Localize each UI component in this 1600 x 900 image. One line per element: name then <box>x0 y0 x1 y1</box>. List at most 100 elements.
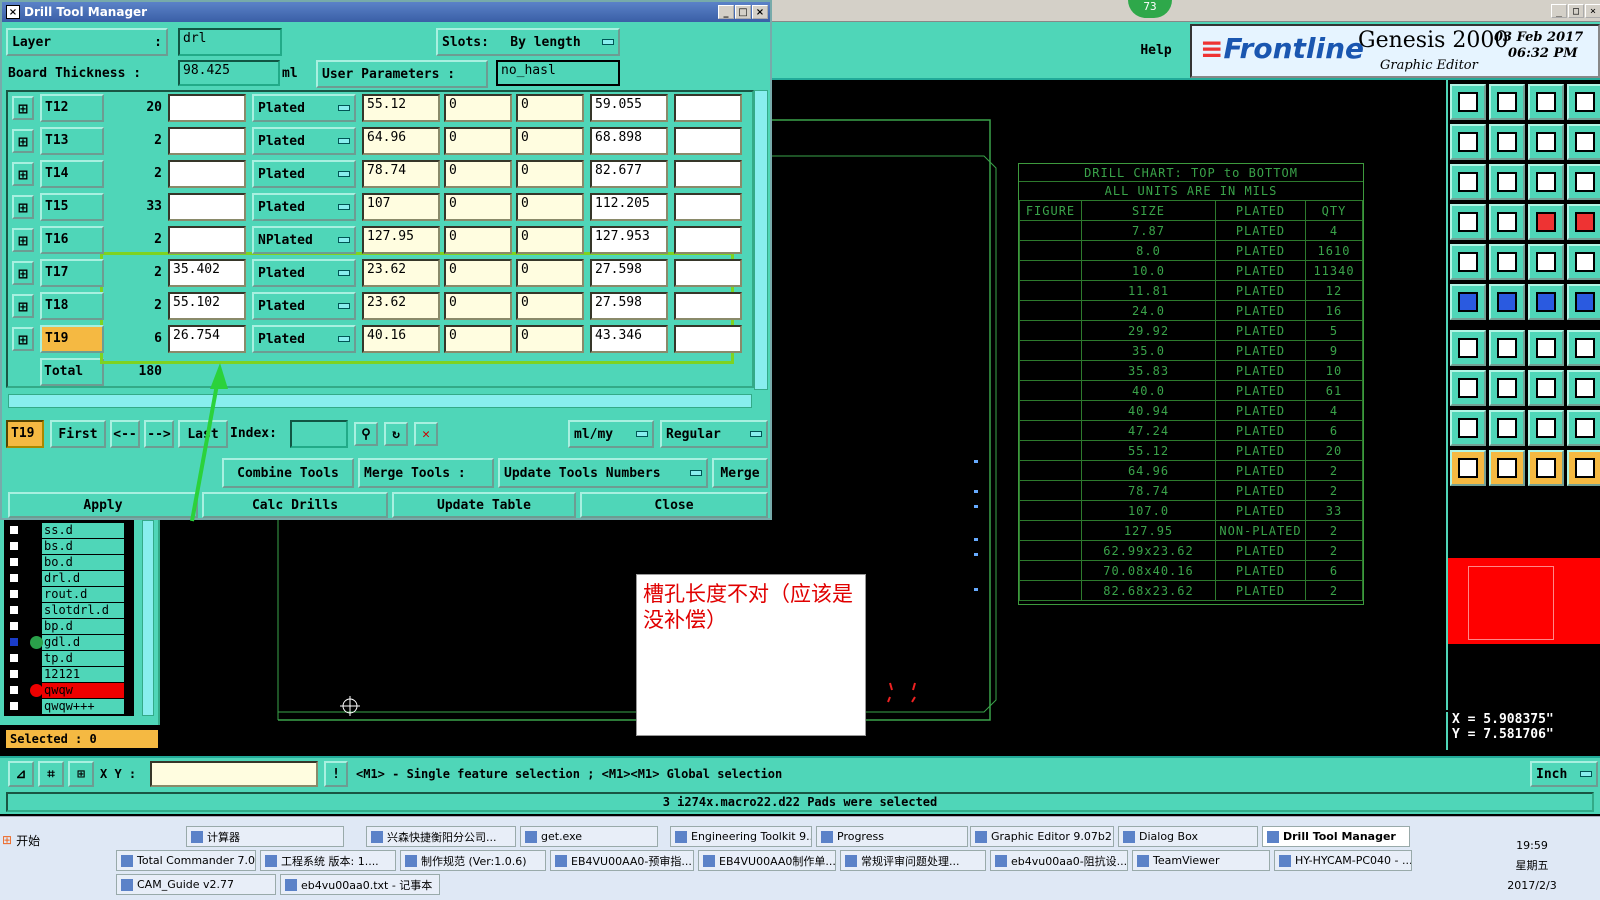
user-parameters-input[interactable]: no_hasl <box>496 60 620 86</box>
layer-item[interactable]: 12121 <box>8 666 124 682</box>
board-thickness-input[interactable]: 98.425 <box>178 60 280 86</box>
tool-type-dropdown[interactable]: Plated <box>252 127 356 155</box>
align-icon[interactable] <box>1567 124 1600 160</box>
layer-item[interactable]: gdl.d <box>8 634 124 650</box>
letter-a-icon[interactable] <box>1489 410 1525 446</box>
search-index-icon[interactable]: ⚲ <box>354 422 378 446</box>
tool-type-dropdown[interactable]: Plated <box>252 325 356 353</box>
extra-input[interactable] <box>674 160 742 188</box>
preview-viewport[interactable] <box>1468 566 1554 640</box>
rotate-icon[interactable] <box>1528 330 1564 366</box>
size-input[interactable]: 55.12 <box>362 94 440 122</box>
snap-icon[interactable] <box>1450 370 1486 406</box>
grid-icon[interactable]: ⊞ <box>68 761 94 787</box>
tol-plus-input[interactable]: 0 <box>444 193 512 221</box>
alert-icon[interactable]: ! <box>324 761 348 787</box>
tol-plus-input[interactable]: 0 <box>444 127 512 155</box>
tol-plus-input[interactable]: 0 <box>444 292 512 320</box>
tol-plus-input[interactable]: 0 <box>444 226 512 254</box>
merge-button[interactable]: Merge <box>712 458 768 488</box>
taskbar-item[interactable]: CAM_Guide v2.77 <box>116 874 276 895</box>
layer-item[interactable]: slotdrl.d <box>8 602 124 618</box>
xy-input[interactable] <box>150 761 318 787</box>
units-dropdown[interactable]: Inch <box>1530 761 1598 787</box>
drill-size-input[interactable]: 43.346 <box>590 325 668 353</box>
window-icon[interactable] <box>1567 84 1600 120</box>
taskbar-item[interactable]: Drill Tool Manager <box>1262 826 1410 847</box>
prev-button[interactable]: <-- <box>110 420 140 448</box>
layer-checkbox[interactable] <box>8 604 20 616</box>
node-edit-icon[interactable] <box>1567 450 1600 486</box>
expand-icon[interactable]: ⊞ <box>12 162 34 186</box>
tool-name[interactable]: T19 <box>40 325 104 353</box>
layer-item[interactable]: tp.d <box>8 650 124 666</box>
extra-input[interactable] <box>674 193 742 221</box>
drill-size-input[interactable]: 82.677 <box>590 160 668 188</box>
expand-icon[interactable]: ⊞ <box>12 228 34 252</box>
tee-icon[interactable] <box>1567 330 1600 366</box>
update-table-button[interactable]: Update Table <box>392 492 576 518</box>
size-input[interactable]: 107 <box>362 193 440 221</box>
tool-name[interactable]: T17 <box>40 259 104 287</box>
extra-input[interactable] <box>674 292 742 320</box>
tol-minus-input[interactable]: 0 <box>516 226 584 254</box>
tol-minus-input[interactable]: 0 <box>516 259 584 287</box>
taskbar-item[interactable]: Total Commander 7.0... <box>116 850 256 871</box>
finish-size-input[interactable] <box>168 160 246 188</box>
layer-checkbox[interactable] <box>8 668 20 680</box>
layer-checkbox[interactable] <box>8 588 20 600</box>
tool-type-dropdown[interactable]: Plated <box>252 292 356 320</box>
taskbar-item[interactable]: Graphic Editor 9.07b2 ... <box>970 826 1114 847</box>
layer-checkbox[interactable] <box>8 524 20 536</box>
tool-name[interactable]: T16 <box>40 226 104 254</box>
finish-size-input[interactable]: 35.402 <box>168 259 246 287</box>
extra-input[interactable] <box>674 259 742 287</box>
merge-tools-dropdown[interactable]: Merge Tools : <box>358 458 494 488</box>
tol-plus-input[interactable]: 0 <box>444 325 512 353</box>
layer-checkbox[interactable] <box>8 572 20 584</box>
expand-icon[interactable]: ⊞ <box>12 129 34 153</box>
close-button[interactable]: Close <box>580 492 768 518</box>
maximize-icon[interactable]: □ <box>1568 4 1584 18</box>
start-button[interactable]: ⊞ 开始 <box>2 830 66 850</box>
size-input[interactable]: 64.96 <box>362 127 440 155</box>
layer-checkbox[interactable] <box>8 556 20 568</box>
layer-item[interactable]: bp.d <box>8 618 124 634</box>
tol-plus-input[interactable]: 0 <box>444 94 512 122</box>
letter-a-alt-icon[interactable] <box>1528 410 1564 446</box>
mode-select[interactable]: Regular <box>660 420 768 448</box>
taskbar-item[interactable]: 兴森快捷衡阳分公司... <box>366 826 516 847</box>
circle-icon[interactable] <box>1567 244 1600 280</box>
network-icon[interactable] <box>1567 204 1600 240</box>
layer-checkbox[interactable] <box>8 620 20 632</box>
angle-icon[interactable] <box>1450 330 1486 366</box>
triangle-icon[interactable] <box>1450 410 1486 446</box>
minimize-icon[interactable]: _ <box>1551 4 1567 18</box>
tool-name[interactable]: T18 <box>40 292 104 320</box>
taskbar-item[interactable]: TeamViewer <box>1132 850 1270 871</box>
expand-icon[interactable]: ⊞ <box>12 195 34 219</box>
taskbar-item[interactable]: get.exe <box>520 826 658 847</box>
vector-icon[interactable] <box>1567 284 1600 320</box>
export-icon[interactable] <box>1489 124 1525 160</box>
layer-checkbox[interactable] <box>8 700 20 712</box>
layer-label-button[interactable]: Layer: <box>6 28 168 56</box>
drill-size-input[interactable]: 68.898 <box>590 127 668 155</box>
table-vscroll[interactable] <box>754 90 768 390</box>
taskbar-item[interactable]: Dialog Box <box>1118 826 1258 847</box>
tool-type-dropdown[interactable]: Plated <box>252 259 356 287</box>
tool-type-dropdown[interactable]: Plated <box>252 160 356 188</box>
tool-type-dropdown[interactable]: Plated <box>252 94 356 122</box>
select-icon[interactable] <box>1528 450 1564 486</box>
layer-checkbox[interactable] <box>8 652 20 664</box>
first-button[interactable]: First <box>50 420 106 448</box>
layer-scrollbar[interactable] <box>142 520 154 716</box>
zoom-fit-icon[interactable]: ⊿ <box>8 761 34 787</box>
tool-type-dropdown[interactable]: NPlated <box>252 226 356 254</box>
tol-minus-input[interactable]: 0 <box>516 292 584 320</box>
extra-input[interactable] <box>674 127 742 155</box>
tool-name[interactable]: T14 <box>40 160 104 188</box>
taskbar-item[interactable]: 工程系统 版本: 1.... <box>260 850 396 871</box>
size-input[interactable]: 78.74 <box>362 160 440 188</box>
tool-name[interactable]: T13 <box>40 127 104 155</box>
